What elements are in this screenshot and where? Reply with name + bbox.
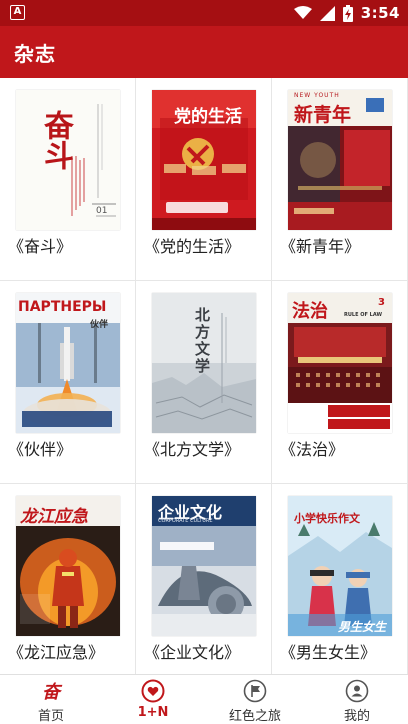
magazine-title: 《党的生活》 (144, 237, 241, 256)
system-icons: 3:54 (293, 3, 400, 23)
magazine-item-huoban[interactable]: ПАРТНЕРЫ 伙伴 《伙伴》 (0, 281, 136, 484)
magazine-title: 《伙伴》 (8, 440, 73, 459)
cover-masthead: 龙江应急 (20, 507, 88, 527)
notification-icon: A (10, 5, 25, 20)
magazine-cover: 企业文化 CORPORATE CULTURE (152, 496, 256, 636)
person-circle-icon (345, 679, 369, 703)
magazine-title: 《新青年》 (280, 237, 361, 256)
magazine-title: 《奋斗》 (8, 237, 73, 256)
app-bar: 杂志 (0, 26, 408, 78)
tab-1n[interactable]: 1+N (102, 675, 204, 724)
bottom-tab-bar: 奋 首页 1+N 红色之旅 我的 (0, 674, 408, 724)
status-bar: A 3:54 (0, 0, 408, 26)
cover-issue: 01 (96, 206, 108, 216)
magazine-item-fazhi[interactable]: 法治 RULE OF LAW 3 《法治》 (272, 281, 408, 484)
tab-home[interactable]: 奋 首页 (0, 675, 102, 724)
clock: 3:54 (360, 4, 400, 22)
cover-latin: RULE OF LAW (344, 312, 383, 318)
cover-sub: 伙伴 (90, 320, 109, 330)
page-title: 杂志 (14, 42, 56, 66)
magazine-item-qiyewenhua[interactable]: 企业文化 CORPORATE CULTURE 《企业文化》 (136, 484, 272, 687)
magazine-title: 《法治》 (280, 440, 345, 459)
battery-charging-icon (342, 4, 353, 22)
wifi-icon (293, 6, 312, 19)
svg-text:奋: 奋 (42, 682, 63, 703)
cover-masthead: 党的生活 (174, 107, 242, 127)
cover-masthead: 新青年 (294, 104, 352, 126)
magazine-item-longjiangyingji[interactable]: 龙江应急 《龙江应急》 (0, 484, 136, 687)
magazine-cover: 小学快乐作文 男生女生 (288, 496, 392, 636)
magazine-cover: 龙江应急 (16, 496, 120, 636)
magazine-item-dangdeshenghuo[interactable]: 党的生活 《党的生活》 (136, 78, 272, 281)
magazine-item-xinqingnian[interactable]: NEW YOUTH 新青年 《新青年》 (272, 78, 408, 281)
tab-red-tour[interactable]: 红色之旅 (204, 675, 306, 724)
magazine-item-fendou[interactable]: 奋斗 01 《奋斗》 (0, 78, 136, 281)
magazine-cover: NEW YOUTH 新青年 (288, 90, 392, 230)
magazine-title: 《企业文化》 (144, 643, 241, 662)
magazine-grid: 奋斗 01 《奋斗》 党的生活 《党的生活》 NEW YOUTH 新青年 《新青… (0, 78, 408, 687)
tab-label: 1+N (137, 705, 169, 720)
magazine-item-beifangwenxue[interactable]: 北方文学 《北方文学》 (136, 281, 272, 484)
cover-latin: CORPORATE CULTURE (158, 518, 213, 524)
cover-issue: 3 (378, 297, 385, 308)
magazine-cover: 法治 RULE OF LAW 3 (288, 293, 392, 433)
magazine-cover: 党的生活 (152, 90, 256, 230)
magazine-title: 《男生女生》 (280, 643, 377, 662)
cover-latin: NEW YOUTH (294, 92, 340, 99)
magazine-cover: 北方文学 (152, 293, 256, 433)
magazine-title: 《龙江应急》 (8, 643, 105, 662)
magazine-cover: ПАРТНЕРЫ 伙伴 (16, 293, 120, 433)
cover-masthead: 奋斗 (38, 110, 73, 170)
tab-mine[interactable]: 我的 (306, 675, 408, 724)
flag-circle-icon (243, 679, 267, 703)
signal-icon (319, 5, 335, 21)
tab-label: 红色之旅 (228, 709, 281, 724)
magazine-title: 《北方文学》 (144, 440, 241, 459)
home-logo-icon: 奋 (42, 682, 63, 703)
cover-masthead: 小学快乐作文 (294, 512, 360, 525)
heart-circle-icon (141, 679, 165, 703)
cover-masthead: ПАРТНЕРЫ (18, 299, 107, 315)
cover-sub: 男生女生 (338, 620, 387, 634)
cover-masthead: 北方文学 (193, 307, 211, 375)
tab-label: 我的 (343, 709, 370, 724)
cover-masthead: 法治 (292, 301, 328, 322)
magazine-item-nanshengnvsheng[interactable]: 小学快乐作文 男生女生 《男生女生》 (272, 484, 408, 687)
tab-label: 首页 (37, 709, 64, 724)
magazine-cover: 奋斗 01 (16, 90, 120, 230)
